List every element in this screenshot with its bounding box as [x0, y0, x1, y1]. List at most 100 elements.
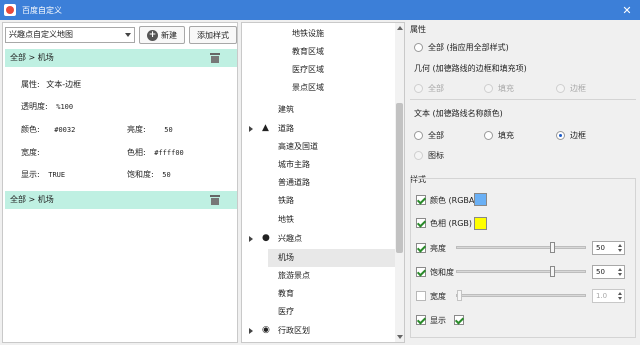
- lightness-slider-track[interactable]: [456, 246, 586, 249]
- scroll-thumb[interactable]: [396, 103, 403, 253]
- spin-down-icon[interactable]: [618, 249, 622, 252]
- add-style-button[interactable]: 添加样式: [189, 26, 237, 44]
- spin-up-icon[interactable]: [618, 292, 622, 295]
- visible-checkbox[interactable]: [416, 315, 426, 325]
- window-title: 百度自定义: [22, 5, 62, 15]
- style-entry-path: 全部 > 机场: [10, 53, 54, 62]
- tree-item[interactable]: 普通道路: [278, 174, 310, 192]
- radio-geometry-fill[interactable]: [484, 84, 493, 93]
- prop-saturation: 饱和度: 50: [127, 170, 171, 179]
- map-style-select[interactable]: 兴趣点自定义地图: [5, 27, 135, 43]
- radio-text-all[interactable]: [414, 131, 423, 140]
- radio-icon-label: 图标: [428, 151, 444, 160]
- style-entry-header[interactable]: 全部 > 机场: [5, 191, 237, 209]
- width-spinbox[interactable]: 1.0: [592, 289, 625, 303]
- spin-down-icon[interactable]: [618, 297, 622, 300]
- prop-opacity: 透明度: %100: [21, 102, 74, 111]
- expand-arrow-icon[interactable]: [249, 328, 253, 334]
- radio-icon[interactable]: [414, 151, 423, 160]
- prop-width: 宽度:: [21, 148, 40, 157]
- color-checkbox[interactable]: [416, 195, 426, 205]
- radio-text-fill[interactable]: [484, 131, 493, 140]
- radio-text-all-label: 全部: [428, 131, 444, 140]
- tree-item[interactable]: 医疗: [278, 303, 294, 321]
- trash-icon[interactable]: [210, 53, 220, 63]
- radio-text-border[interactable]: [556, 131, 565, 140]
- scroll-down-icon[interactable]: [397, 335, 403, 339]
- color-label: 颜色 (RGBA): [430, 196, 478, 205]
- prop-hue: 色相: #ffff00: [127, 148, 184, 157]
- radio-text-border-label: 边框: [570, 131, 586, 140]
- width-slider-track[interactable]: [456, 294, 586, 297]
- tree-item[interactable]: 铁路: [278, 192, 294, 210]
- trash-icon[interactable]: [210, 195, 220, 205]
- tree-item[interactable]: 教育: [278, 285, 294, 303]
- radio-all-styles-label: 全部 (指应用全部样式): [428, 43, 509, 52]
- tree-item[interactable]: 地铁设施: [292, 25, 324, 43]
- saturation-slider-thumb[interactable]: [550, 266, 555, 277]
- lightness-spinbox[interactable]: 50: [592, 241, 625, 255]
- radio-geometry-border[interactable]: [556, 84, 565, 93]
- app-icon: [4, 4, 16, 16]
- text-title: 文本 (加德路线名称颜色): [414, 109, 503, 118]
- saturation-slider-track[interactable]: [456, 270, 586, 273]
- prop-visible: 显示: TRUE: [21, 170, 66, 179]
- expand-arrow-icon[interactable]: [249, 236, 253, 242]
- visible-label: 显示: [430, 316, 446, 325]
- visible-value-checkbox[interactable]: [454, 315, 464, 325]
- plus-icon: +: [147, 29, 158, 41]
- drop-icon: ●: [262, 233, 270, 243]
- radio-geometry-fill-label: 填充: [498, 84, 514, 93]
- prop-lightness: 亮度: 50: [127, 125, 173, 134]
- tree-scrollbar[interactable]: [395, 23, 404, 342]
- expand-arrow-icon[interactable]: [249, 126, 253, 132]
- lightness-checkbox[interactable]: [416, 243, 426, 253]
- radio-geometry-border-label: 边框: [570, 84, 586, 93]
- width-slider-thumb[interactable]: [457, 290, 462, 301]
- divider: [410, 99, 636, 100]
- saturation-label: 饱和度: [430, 268, 454, 277]
- tree-item[interactable]: 教育区域: [292, 43, 324, 61]
- scroll-up-icon[interactable]: [397, 26, 403, 30]
- attr-title: 属性: [410, 25, 426, 34]
- style-entry-header[interactable]: 全部 > 机场: [5, 49, 237, 67]
- spin-up-icon[interactable]: [618, 268, 622, 271]
- tree-item[interactable]: 城市主路: [278, 156, 310, 174]
- width-label: 宽度: [430, 292, 446, 301]
- style-list-panel: 兴趣点自定义地图 + 新建 添加样式 全部 > 机场 属性: 文本-边框 透明度…: [2, 22, 238, 343]
- tree-item-selected[interactable]: 机场: [268, 249, 396, 267]
- new-button[interactable]: + 新建: [139, 26, 185, 44]
- geometry-title: 几何 (加德路线的边框和填充项): [414, 64, 527, 73]
- color-swatch[interactable]: [474, 193, 487, 206]
- saturation-spinbox[interactable]: 50: [592, 265, 625, 279]
- width-checkbox[interactable]: [416, 291, 426, 301]
- lightness-label: 亮度: [430, 244, 446, 253]
- radio-all-styles[interactable]: [414, 43, 423, 52]
- tree-item[interactable]: 道路: [278, 120, 294, 138]
- close-button[interactable]: ✕: [614, 0, 640, 20]
- hue-checkbox[interactable]: [416, 218, 426, 228]
- radio-geometry-all-label: 全部: [428, 84, 444, 93]
- tree-item[interactable]: 建筑: [278, 101, 294, 119]
- radio-geometry-all[interactable]: [414, 84, 423, 93]
- tree-item[interactable]: 景点区域: [292, 79, 324, 97]
- prop-attribute: 属性: 文本-边框: [21, 80, 82, 89]
- lightness-slider-thumb[interactable]: [550, 242, 555, 253]
- tree-item[interactable]: 地铁: [278, 211, 294, 229]
- prop-color: 颜色: #0032: [21, 125, 76, 134]
- hue-swatch[interactable]: [474, 217, 487, 230]
- globe-icon: ◉: [262, 325, 270, 335]
- map-style-select-value: 兴趣点自定义地图: [9, 30, 73, 39]
- style-entry-path: 全部 > 机场: [10, 195, 54, 204]
- add-style-button-label: 添加样式: [197, 30, 229, 40]
- title-bar: 百度自定义 ✕: [0, 0, 640, 20]
- tree-item[interactable]: 旅游景点: [278, 267, 310, 285]
- tree-item[interactable]: 高速及国道: [278, 138, 318, 156]
- spin-up-icon[interactable]: [618, 244, 622, 247]
- tree-item[interactable]: 兴趣点: [278, 230, 302, 248]
- saturation-checkbox[interactable]: [416, 267, 426, 277]
- tree-item[interactable]: 行政区划: [278, 322, 310, 340]
- tree-item[interactable]: 医疗区域: [292, 61, 324, 79]
- new-button-label: 新建: [161, 30, 177, 40]
- spin-down-icon[interactable]: [618, 273, 622, 276]
